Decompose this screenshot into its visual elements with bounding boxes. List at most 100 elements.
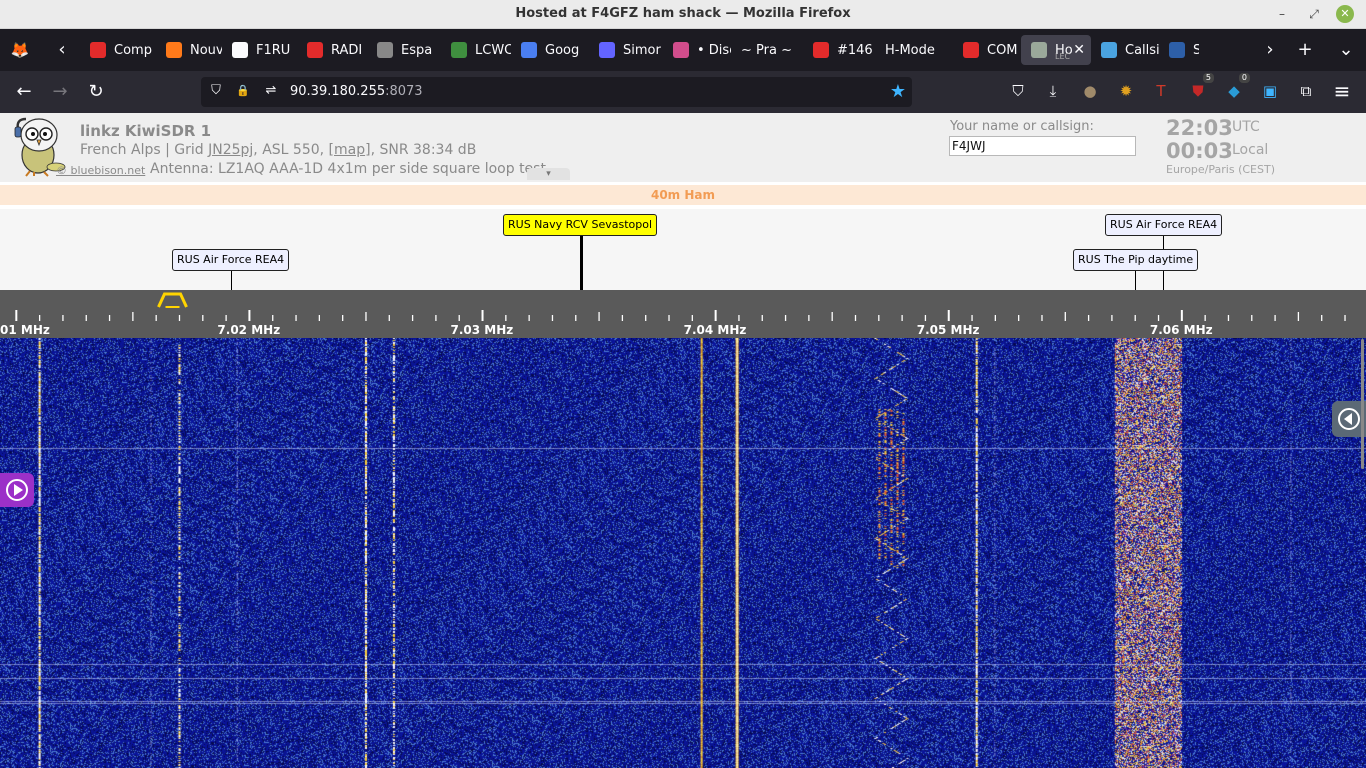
band-bar[interactable]: 40m Ham: [0, 185, 1366, 205]
receiver-header: linkz KiwiSDR 1 French Alps | Grid JN25p…: [0, 113, 1366, 182]
receiver-location: French Alps | Grid JN25pj, ASL 550, [map…: [80, 142, 476, 158]
youtube-icon: [813, 42, 829, 58]
scale-label: 01 MHz: [0, 323, 50, 337]
dx-label[interactable]: RUS Air Force REA4: [172, 249, 290, 271]
tracking-shield-icon[interactable]: ⛉: [207, 82, 225, 100]
browser-tab[interactable]: Espa: [367, 35, 441, 65]
tab-label: Nouv: [190, 42, 222, 58]
tab-label: LCWC: [475, 42, 511, 58]
lcwo-icon: [451, 42, 467, 58]
dx-marker-line: [1135, 271, 1136, 290]
ext-glyph: ▣: [1262, 82, 1278, 100]
browser-tab[interactable]: LCWC: [441, 35, 511, 65]
ext-badge: 5: [1202, 73, 1214, 83]
tab-label: • Disc: [697, 42, 731, 58]
local-label: Local: [1232, 142, 1269, 158]
tab-label: S: [1193, 42, 1199, 58]
browser-tab[interactable]: Simor: [589, 35, 663, 65]
bookmark-star-icon[interactable]: ★: [890, 81, 906, 102]
tab-label: #146: [837, 42, 873, 58]
map-link[interactable]: map: [334, 142, 365, 158]
url-bar[interactable]: ⛉ 🔒 ⇌ 90.39.180.255:8073 ★: [201, 77, 912, 107]
ext-glyph: ●: [1083, 82, 1097, 100]
downloads-icon[interactable]: ⤓: [1042, 80, 1064, 102]
browser-tab[interactable]: RADI: [297, 35, 367, 65]
browser-tab[interactable]: Comp: [80, 35, 156, 65]
kiwisdr-page: linkz KiwiSDR 1 French Alps | Grid JN25p…: [0, 113, 1366, 768]
bluebison-credit-link[interactable]: © bluebison.net: [56, 164, 145, 177]
insecure-lock-icon[interactable]: 🔒: [234, 82, 252, 100]
youtube-icon: [307, 42, 323, 58]
satellite-icon: [377, 42, 393, 58]
tab-label: F1RU: [256, 42, 291, 58]
record-icon: [673, 42, 689, 58]
browser-tab[interactable]: H-Mode: [875, 35, 953, 65]
utc-clock: 22:03: [1166, 116, 1233, 140]
browser-tab[interactable]: F1RU: [222, 35, 297, 65]
extensions-icon[interactable]: ⧉: [1295, 80, 1317, 102]
browser-tab[interactable]: Nouv: [156, 35, 222, 65]
mastodon-icon: [599, 42, 615, 58]
ext-potato-icon[interactable]: ●: [1079, 80, 1101, 102]
grid-icon: [1101, 42, 1117, 58]
youtube-icon: [963, 42, 979, 58]
ext-ublock-icon[interactable]: ⛊ 5: [1187, 73, 1214, 102]
browser-tab[interactable]: Callsi: [1091, 35, 1159, 65]
tab-scroll-left-button[interactable]: ‹: [48, 35, 76, 65]
url-text[interactable]: 90.39.180.255:8073: [290, 84, 423, 99]
youtube-icon: [90, 42, 106, 58]
browser-tab[interactable]: Ho LEC ✕: [1021, 35, 1091, 65]
close-window-button[interactable]: ✕: [1336, 5, 1354, 23]
tab-label: Espa: [401, 42, 433, 58]
browser-tab[interactable]: S: [1159, 35, 1199, 65]
ext-sun-icon[interactable]: ✹: [1115, 80, 1137, 102]
browser-tab[interactable]: Goog: [511, 35, 589, 65]
tab-label: RADI: [331, 42, 363, 58]
ext-bag-icon[interactable]: ◆ 0: [1223, 73, 1250, 102]
collapse-header-button[interactable]: ▾: [527, 168, 570, 180]
firefox-view-icon[interactable]: 🦊: [6, 35, 34, 65]
reload-button[interactable]: ↻: [84, 80, 108, 104]
waterfall-scrollbar[interactable]: [1361, 339, 1364, 469]
browser-tab[interactable]: • Disc: [663, 35, 731, 65]
list-all-tabs-button[interactable]: ⌄: [1332, 35, 1360, 65]
ext-save-icon[interactable]: ▣: [1259, 80, 1281, 102]
tab-scroll-right-button[interactable]: ›: [1256, 35, 1284, 65]
audio-play-button[interactable]: [0, 473, 34, 507]
scale-svg: 01 MHz 7.02 MHz 7.03 MHz 7.04 MHz 7.05 MHz 7.…: [0, 290, 1366, 338]
dx-label[interactable]: RUS Air Force REA4: [1105, 214, 1223, 236]
app-menu-icon[interactable]: ≡: [1331, 80, 1353, 102]
dx-label[interactable]: RUS Navy RCV Sevastopol: [503, 214, 657, 236]
navigation-bar: ← → ↻ ⛉ 🔒 ⇌ 90.39.180.255:8073 ★ ⛉ ⤓ ● ✹ T…: [0, 71, 1366, 113]
dx-marker-line: [231, 271, 232, 290]
tab-strip: 🦊 ‹ Comp Nouv F1RU RADI Espa LCWC Goog Simor • D…: [0, 29, 1366, 71]
maximize-button[interactable]: ⤢: [1305, 5, 1323, 23]
scale-label: 7.02 MHz: [217, 323, 280, 337]
dx-label[interactable]: RUS The Pip daytime: [1073, 249, 1199, 271]
utc-label: UTC: [1232, 119, 1260, 135]
minimize-button[interactable]: –: [1273, 5, 1291, 23]
ext-glyph: T: [1156, 82, 1166, 100]
scale-label: 7.05 MHz: [917, 323, 980, 337]
dx-marker-line: [580, 236, 583, 290]
asl-text: , ASL 550, [: [253, 142, 334, 158]
pocket-icon[interactable]: ⛉: [1007, 80, 1029, 102]
tab-label: Callsi: [1125, 42, 1159, 58]
frequency-scale[interactable]: 01 MHz 7.02 MHz 7.03 MHz 7.04 MHz 7.05 MHz 7.…: [0, 290, 1366, 338]
browser-tab[interactable]: #146: [803, 35, 875, 65]
ext-glyph: ◆: [1228, 82, 1240, 100]
back-button[interactable]: ←: [12, 80, 36, 104]
new-tab-button[interactable]: +: [1291, 35, 1319, 65]
tab-label: H-Mode: [885, 42, 935, 58]
browser-tab[interactable]: ~ Pra ~: [731, 35, 803, 65]
browser-tab[interactable]: COM: [953, 35, 1021, 65]
grid-link[interactable]: JN25pj: [208, 142, 253, 158]
ext-t-icon[interactable]: T: [1150, 80, 1172, 102]
close-tab-icon[interactable]: ✕: [1073, 42, 1085, 58]
firefox-icon: [166, 42, 182, 58]
waterfall-display[interactable]: [0, 338, 1366, 768]
permissions-icon[interactable]: ⇌: [262, 82, 280, 100]
url-host: 90.39.180.255: [290, 84, 386, 99]
forward-button[interactable]: →: [48, 80, 72, 104]
callsign-input[interactable]: [949, 136, 1136, 156]
